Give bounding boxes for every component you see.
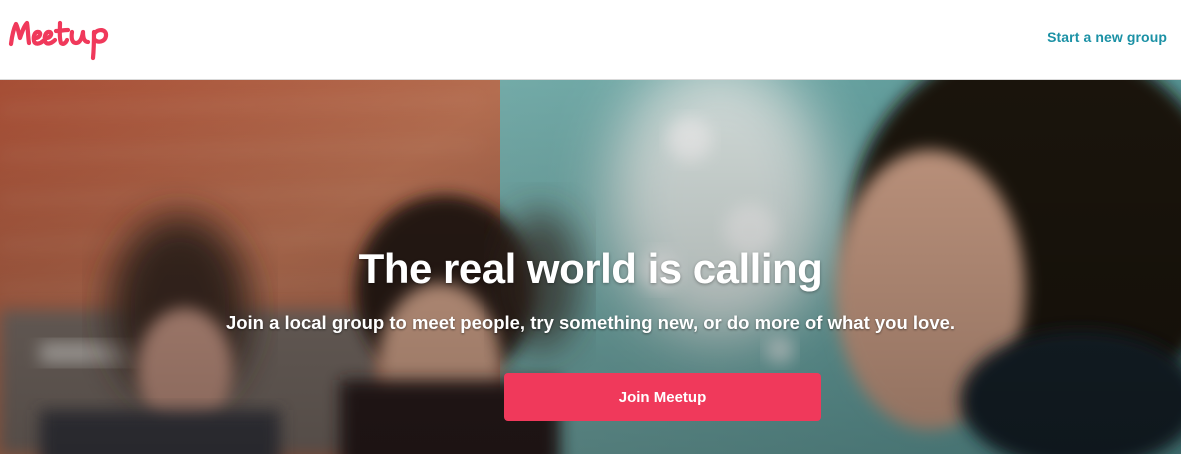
hero-content: The real world is calling Join a local g…	[0, 80, 1181, 454]
hero-headline: The real world is calling	[358, 245, 823, 292]
meetup-logo[interactable]	[6, 14, 136, 62]
join-meetup-button[interactable]: Join Meetup	[504, 373, 821, 421]
top-navbar: Start a new group	[0, 0, 1181, 80]
hero-subheadline: Join a local group to meet people, try s…	[225, 312, 956, 333]
hero-section: The real world is calling Join a local g…	[0, 80, 1181, 454]
start-new-group-link[interactable]: Start a new group	[1047, 29, 1167, 45]
